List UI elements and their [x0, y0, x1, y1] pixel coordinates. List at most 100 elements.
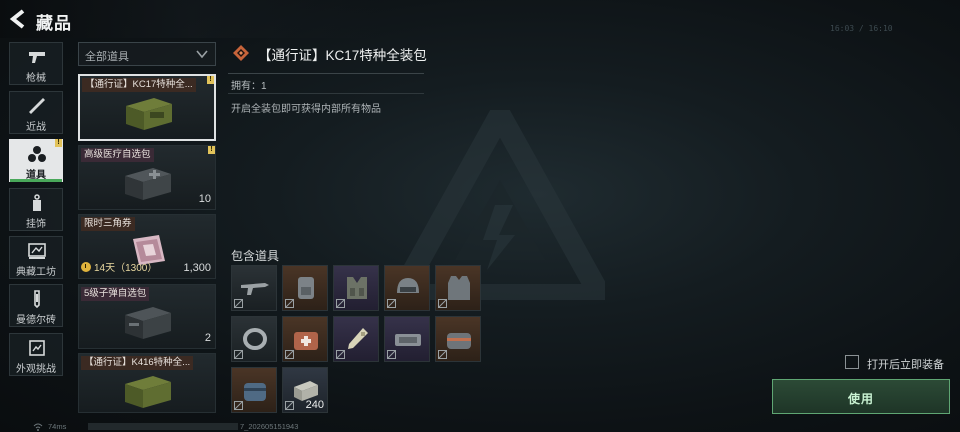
contents-slot[interactable]: [231, 265, 277, 311]
contents-heading: 包含道具: [231, 249, 280, 263]
chest-rig-icon: [347, 277, 367, 299]
bound-lock-icon: [285, 350, 294, 359]
bound-lock-icon: [285, 299, 294, 308]
redacted-id-bar: [88, 423, 238, 430]
nav-label: 外观挑战: [16, 364, 56, 375]
page-title: 藏品: [36, 14, 72, 33]
bandage-icon: [243, 328, 267, 350]
item-title: 高级医疗自选包: [81, 148, 154, 162]
items-icon: [28, 146, 46, 162]
coordinates-readout: 16:03 / 16:10: [830, 24, 893, 33]
workshop-icon: [28, 243, 46, 259]
challenge-icon: [29, 340, 45, 356]
nav-label: 曼德尔砖: [16, 315, 56, 326]
item-title: 限时三角券: [81, 217, 135, 231]
nav-label: 近战: [26, 122, 46, 133]
knife-icon: [29, 98, 45, 114]
tool-case-icon: [395, 334, 421, 346]
medical-case-icon: [125, 168, 171, 200]
owned-count: 拥有：1: [231, 81, 267, 92]
syringe-icon: [348, 328, 368, 349]
divider: [228, 73, 424, 74]
nav-item-mandel-brick[interactable]: 曼德尔砖: [9, 284, 63, 327]
new-flag-badge: !: [55, 139, 62, 147]
bound-lock-icon: [336, 299, 345, 308]
ping-readout: 74ms: [48, 422, 67, 431]
bound-lock-icon: [387, 299, 396, 308]
supply-crate-icon: [125, 376, 171, 408]
bound-lock-icon: [438, 299, 447, 308]
contents-slot[interactable]: 240: [282, 367, 328, 413]
contents-slot[interactable]: [435, 316, 481, 362]
new-flag-badge: !: [207, 76, 214, 84]
contents-slot[interactable]: [231, 367, 277, 413]
pouch-icon: [244, 383, 266, 401]
divider: [228, 93, 424, 94]
bound-lock-icon: [234, 401, 243, 410]
item-title: 【通行证】KC17特种全...: [82, 78, 196, 92]
contents-slot[interactable]: [384, 316, 430, 362]
bound-lock-icon: [387, 350, 396, 359]
item-title: 5级子弹自选包: [81, 287, 150, 301]
supply-crate-icon: [126, 98, 172, 130]
gun-icon: [29, 52, 45, 63]
contents-slot[interactable]: [282, 316, 328, 362]
item-filter-dropdown[interactable]: 全部道具: [78, 42, 216, 66]
nav-label: 挂饰: [26, 219, 46, 230]
nav-item-appearance-challenge[interactable]: 外观挑战: [9, 333, 63, 376]
nav-item-workshop[interactable]: 典藏工坊: [9, 236, 63, 279]
ammo-case-icon: [125, 307, 171, 339]
bound-lock-icon: [438, 350, 447, 359]
backpack-icon: [298, 277, 314, 299]
slot-quantity: 240: [305, 399, 324, 411]
wifi-icon: [33, 423, 43, 431]
status-bar: 74ms 7_202605151943: [0, 422, 960, 432]
auto-equip-checkbox[interactable]: [845, 355, 859, 369]
nav-label: 道具: [26, 170, 46, 181]
nav-label: 枪械: [26, 73, 46, 84]
helmet-icon: [397, 278, 419, 293]
charm-icon: [33, 194, 41, 211]
detail-item-title: 【通行证】KC17特种全装包: [258, 48, 427, 63]
filter-selected-value: 全部道具: [85, 51, 129, 63]
item-count: 10: [198, 193, 211, 205]
item-card-triangle-voucher[interactable]: 限时三角券 14天（1300） 1,300: [78, 214, 216, 279]
chevron-down-icon: [196, 50, 208, 59]
expiry-timer: 14天（1300）: [81, 259, 157, 274]
brick-icon: [34, 290, 40, 308]
use-button-label: 使用: [847, 392, 874, 406]
contents-slot[interactable]: [231, 316, 277, 362]
bound-lock-icon: [336, 350, 345, 359]
contents-slot[interactable]: [333, 265, 379, 311]
build-version: 7_202605151943: [240, 422, 299, 431]
new-flag-badge: !: [208, 146, 215, 154]
nav-label: 典藏工坊: [16, 267, 56, 278]
contents-slot[interactable]: [282, 265, 328, 311]
nav-item-items[interactable]: 道具 !: [9, 139, 63, 182]
use-button[interactable]: 使用: [772, 379, 950, 414]
item-title: 【通行证】K416特种全...: [81, 356, 194, 370]
rifle-icon: [241, 283, 269, 295]
item-card-kc17-pack[interactable]: 【通行证】KC17特种全... !: [78, 74, 216, 141]
item-card-k416-pack[interactable]: 【通行证】K416特种全...: [78, 353, 216, 413]
back-arrow-icon[interactable]: [8, 8, 28, 30]
nav-item-melee[interactable]: 近战: [9, 91, 63, 134]
clock-icon: [81, 261, 91, 272]
item-card-ammo-pack[interactable]: 5级子弹自选包 2: [78, 284, 216, 349]
item-description: 开启全装包即可获得内部所有物品: [231, 104, 381, 115]
item-count: 2: [204, 332, 211, 344]
nav-item-guns[interactable]: 枪械: [9, 42, 63, 85]
bound-lock-icon: [234, 350, 243, 359]
contents-slot[interactable]: [384, 265, 430, 311]
top-bar: [0, 0, 960, 38]
item-card-medical-pack[interactable]: 高级医疗自选包 10 !: [78, 145, 216, 210]
contents-slot[interactable]: [333, 316, 379, 362]
nav-item-charms[interactable]: 挂饰: [9, 188, 63, 231]
diamond-rarity-icon: [233, 45, 249, 61]
auto-equip-label: 打开后立即装备: [867, 359, 944, 371]
medical-bag-icon: [447, 333, 471, 349]
bound-lock-icon: [285, 401, 294, 410]
item-count: 1,300: [183, 262, 211, 274]
contents-slot[interactable]: [435, 265, 481, 311]
timer-text: 14天（1300）: [94, 263, 158, 274]
